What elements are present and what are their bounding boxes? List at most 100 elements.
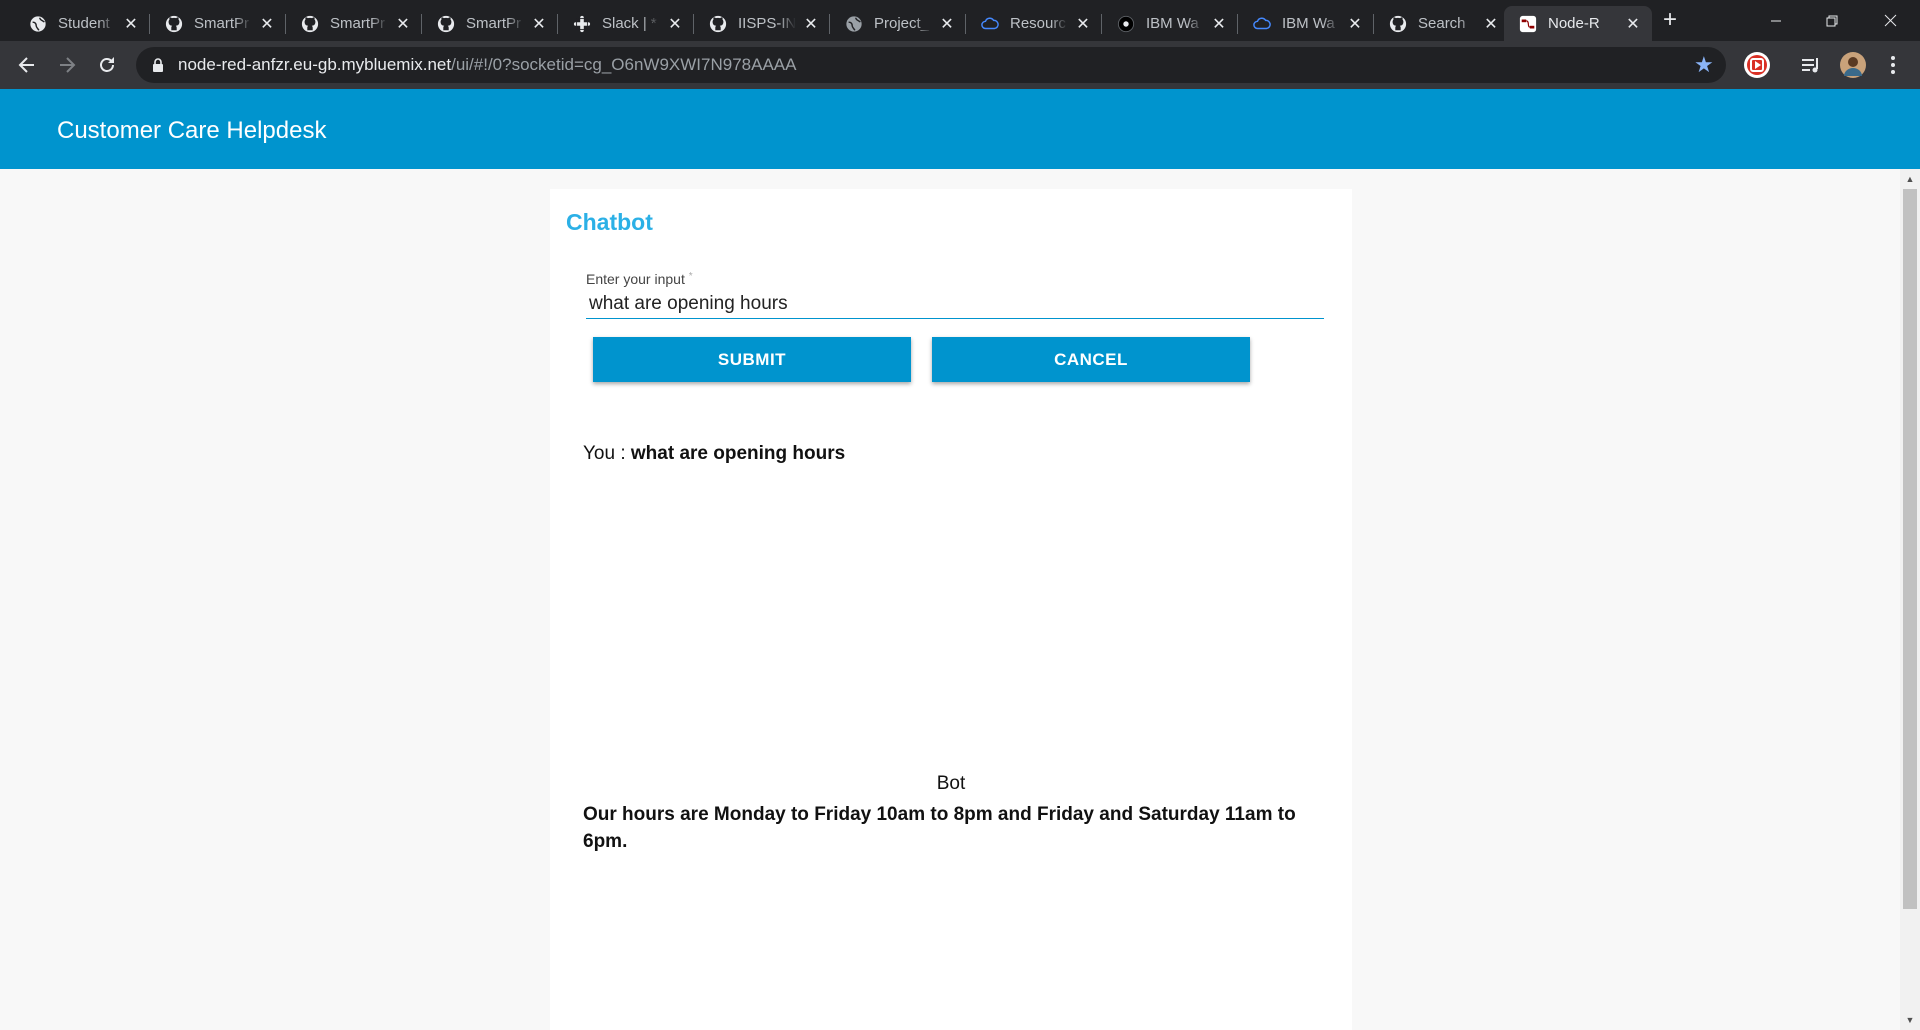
url-text: node-red-anfzr.eu-gb.mybluemix.net/ui/#!…	[178, 55, 796, 75]
browser-tab[interactable]: Node-R ✕	[1504, 6, 1652, 41]
input-label: Enter your input *	[586, 271, 693, 287]
extension-button[interactable]	[1741, 49, 1773, 81]
card-title: Chatbot	[566, 209, 653, 235]
bot-message: Our hours are Monday to Friday 10am to 8…	[583, 804, 1296, 852]
browser-menu-button[interactable]	[1877, 49, 1909, 81]
globe-icon	[844, 14, 864, 34]
slack-icon	[572, 14, 592, 34]
tab-close-icon[interactable]: ✕	[938, 15, 956, 33]
app-title: Customer Care Helpdesk	[57, 117, 327, 144]
chatbot-card: Chatbot Enter your input * SUBMIT CANCEL…	[550, 189, 1352, 1030]
browser-tab[interactable]: SmartPr ✕	[150, 6, 286, 41]
browser-tab[interactable]: Search ✕	[1374, 6, 1510, 41]
tab-close-icon[interactable]: ✕	[1074, 15, 1092, 33]
tab-title: IBM Wa	[1282, 15, 1335, 32]
tab-separator	[557, 14, 558, 34]
tab-title: SmartPr	[466, 15, 522, 32]
tab-separator	[693, 14, 694, 34]
globe-icon	[28, 14, 48, 34]
tab-close-icon[interactable]: ✕	[1482, 15, 1500, 33]
minimize-icon	[1771, 20, 1781, 21]
scroll-thumb[interactable]	[1903, 189, 1917, 909]
lock-icon	[153, 58, 163, 72]
github-icon	[164, 14, 184, 34]
node-red-icon	[1518, 14, 1538, 34]
reload-icon	[100, 57, 114, 72]
cancel-button[interactable]: CANCEL	[932, 337, 1250, 382]
close-window-button[interactable]	[1862, 0, 1918, 41]
input-label-text: Enter your input	[586, 271, 685, 287]
browser-tab[interactable]: IISPS-IN ✕	[694, 6, 830, 41]
more-vert-icon	[1891, 56, 1895, 74]
tab-close-icon[interactable]: ✕	[530, 15, 548, 33]
browser-tab[interactable]: SmartPr ✕	[422, 6, 558, 41]
profile-avatar[interactable]	[1837, 49, 1869, 81]
arrow-left-icon	[18, 57, 34, 73]
browser-tab[interactable]: SmartPr ✕	[286, 6, 422, 41]
browser-tab[interactable]: Student ✕	[14, 6, 150, 41]
browser-tab[interactable]: Project_ ✕	[830, 6, 966, 41]
browser-tab[interactable]: IBM Wa ✕	[1102, 6, 1238, 41]
restore-button[interactable]	[1804, 0, 1860, 41]
app-header: Customer Care Helpdesk	[0, 89, 1920, 169]
chat-input[interactable]	[586, 289, 1324, 319]
bot-label: Bot	[936, 773, 966, 794]
browser-tab[interactable]: Slack | * ✕	[558, 6, 694, 41]
user-message: You : what are opening hours	[583, 443, 845, 465]
plus-icon: +	[1662, 6, 1677, 33]
user-message-text: what are opening hours	[630, 443, 846, 464]
github-icon	[300, 14, 320, 34]
github-icon	[1388, 14, 1408, 34]
back-button[interactable]	[11, 49, 43, 81]
address-bar[interactable]: node-red-anfzr.eu-gb.mybluemix.net/ui/#!…	[136, 47, 1726, 83]
tab-separator	[1237, 14, 1238, 34]
tab-separator	[1373, 14, 1374, 34]
close-icon	[1884, 14, 1896, 27]
tab-separator	[829, 14, 830, 34]
tab-separator	[1101, 14, 1102, 34]
tab-title: Project_	[874, 15, 930, 32]
url-host: node-red-anfzr.eu-gb.mybluemix.net	[178, 55, 452, 74]
tab-title: Search	[1418, 15, 1466, 32]
reload-button[interactable]	[91, 49, 123, 81]
arrow-right-icon	[60, 57, 76, 73]
browser-tab[interactable]: IBM Wa ✕	[1238, 6, 1374, 41]
tab-close-icon[interactable]: ✕	[1210, 15, 1228, 33]
new-tab-button[interactable]: +	[1656, 6, 1684, 34]
tab-title: SmartPr	[194, 15, 250, 32]
playlist-icon	[1802, 58, 1818, 73]
tab-title: Node-R	[1548, 15, 1600, 32]
tab-title: Resourc	[1010, 15, 1066, 32]
user-prefix: You :	[583, 443, 631, 464]
required-mark: *	[688, 271, 693, 282]
tab-title: IBM Wa	[1146, 15, 1199, 32]
tab-separator	[421, 14, 422, 34]
page-scrollbar[interactable]: ▲ ▼	[1900, 169, 1920, 1030]
submit-button[interactable]: SUBMIT	[593, 337, 911, 382]
media-controls-button[interactable]	[1795, 49, 1827, 81]
tab-close-icon[interactable]: ✕	[1624, 15, 1642, 33]
bookmark-star-icon[interactable]: ★	[1694, 52, 1714, 78]
tab-close-icon[interactable]: ✕	[394, 15, 412, 33]
tab-close-icon[interactable]: ✕	[666, 15, 684, 33]
restore-icon	[1826, 15, 1838, 26]
browser-tab[interactable]: Resourc ✕	[966, 6, 1102, 41]
dashboard-content: Chatbot Enter your input * SUBMIT CANCEL…	[0, 169, 1900, 1030]
tab-close-icon[interactable]: ✕	[802, 15, 820, 33]
minimize-button[interactable]	[1748, 0, 1804, 41]
scroll-down-icon[interactable]: ▼	[1904, 1014, 1916, 1026]
tab-title: Student	[58, 15, 110, 32]
tab-separator	[965, 14, 966, 34]
scroll-up-icon[interactable]: ▲	[1904, 173, 1916, 185]
watson-icon	[1116, 14, 1136, 34]
tab-separator	[149, 14, 150, 34]
forward-button[interactable]	[51, 49, 83, 81]
tab-close-icon[interactable]: ✕	[1346, 15, 1364, 33]
url-path: /ui/#!/0?socketid=cg_O6nW9XWI7N978AAAA	[451, 55, 797, 74]
tab-title: IISPS-IN	[738, 15, 796, 32]
github-icon	[708, 14, 728, 34]
tab-close-icon[interactable]: ✕	[122, 15, 140, 33]
tab-strip: Student ✕ SmartPr ✕ SmartPr ✕ SmartPr ✕ Slack | …	[0, 0, 1920, 41]
tab-close-icon[interactable]: ✕	[258, 15, 276, 33]
avatar-icon	[1840, 52, 1866, 78]
